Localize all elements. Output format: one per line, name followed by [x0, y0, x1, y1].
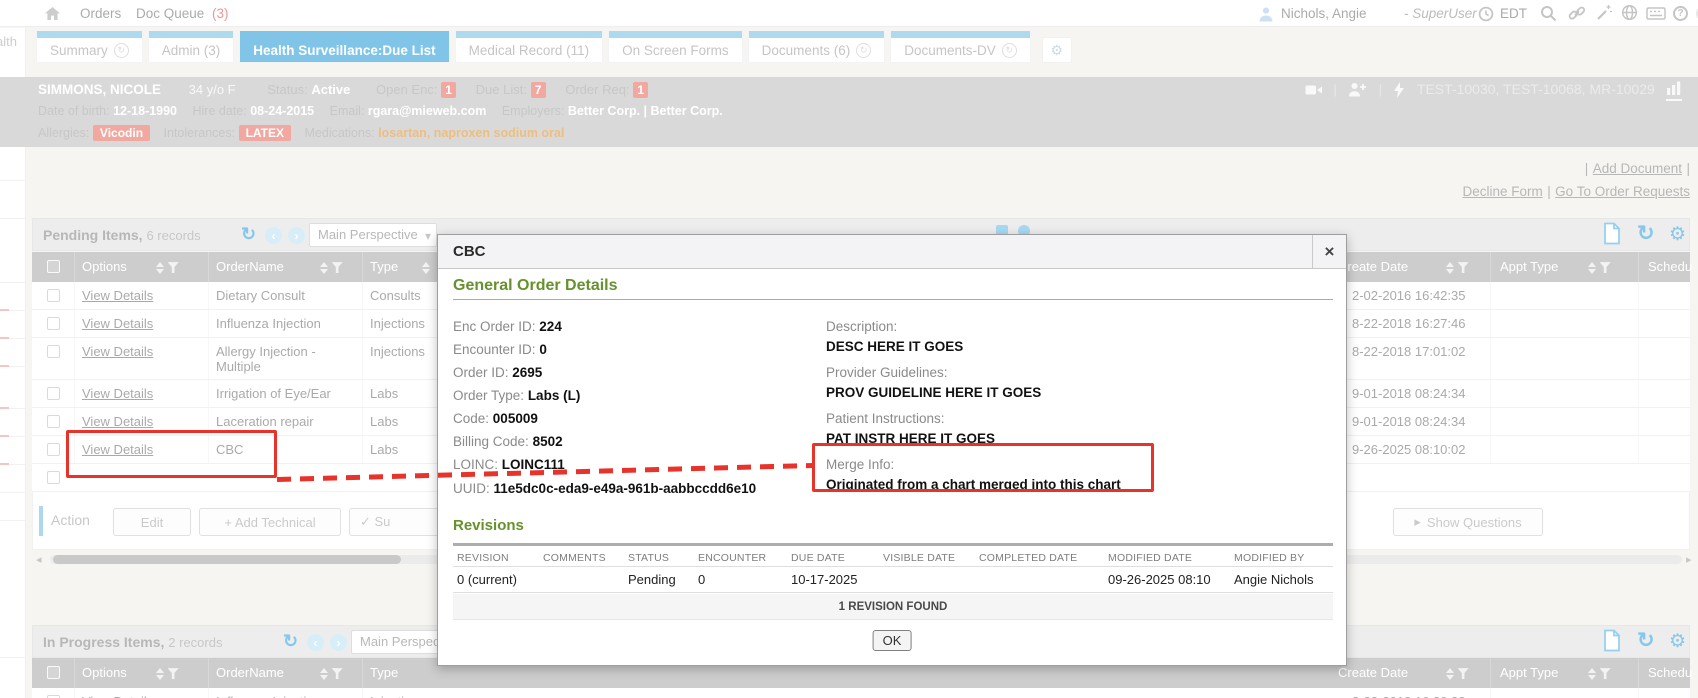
rev-col: COMMENTS: [543, 552, 606, 564]
rev-col: STATUS: [628, 552, 669, 564]
rev-col: MODIFIED DATE: [1108, 552, 1192, 564]
revision-row: 0 (current) Pending 0 10-17-2025 09-26-2…: [453, 567, 1333, 593]
field-label: LOINC:: [453, 457, 498, 472]
revision-count-banner: 1 REVISION FOUND: [453, 594, 1333, 620]
rev-col: REVISION: [457, 552, 509, 564]
field-value: 005009: [493, 411, 538, 426]
patient-instructions-label: Patient Instructions:: [826, 411, 945, 426]
revisions-heading: Revisions: [453, 517, 524, 534]
modal-header: CBC ×: [438, 235, 1346, 269]
section-divider: [453, 299, 1333, 300]
rev-cell: 09-26-2025 08:10: [1108, 572, 1211, 587]
close-icon[interactable]: ×: [1312, 235, 1346, 269]
app-screen: Orders Doc Queue (3) Nichols, Angie - Su…: [0, 0, 1698, 698]
revisions-table-header: REVISION COMMENTS STATUS ENCOUNTER DUE D…: [453, 543, 1333, 567]
annotation-box-merge-info: [812, 443, 1154, 492]
modal-title: CBC: [453, 243, 486, 260]
field-value: 11e5dc0c-eda9-e49a-961b-aabbccdd6e10: [494, 481, 757, 496]
rev-cell: Pending: [628, 572, 676, 587]
rev-cell: 10-17-2025: [791, 572, 858, 587]
provider-guidelines-label: Provider Guidelines:: [826, 365, 948, 380]
rev-col: VISIBLE DATE: [883, 552, 955, 564]
field-label: Billing Code:: [453, 434, 529, 449]
rev-cell: 0: [698, 572, 705, 587]
rev-col: DUE DATE: [791, 552, 845, 564]
field-label: Enc Order ID:: [453, 319, 536, 334]
field-label: Code:: [453, 411, 489, 426]
field-label: Encounter ID:: [453, 342, 536, 357]
field-value: 2695: [512, 365, 542, 380]
field-value: 0: [539, 342, 547, 357]
rev-col: ENCOUNTER: [698, 552, 766, 564]
description-label: Description:: [826, 319, 897, 334]
rev-col: COMPLETED DATE: [979, 552, 1077, 564]
rev-col: MODIFIED BY: [1234, 552, 1304, 564]
field-value: Labs (L): [528, 388, 581, 403]
annotation-box-cbc-row: [66, 430, 277, 478]
rev-cell: 0 (current): [457, 572, 517, 587]
description-value: DESC HERE IT GOES: [826, 339, 963, 354]
provider-guidelines-value: PROV GUIDELINE HERE IT GOES: [826, 385, 1041, 400]
field-label: Order ID:: [453, 365, 509, 380]
field-value: 224: [539, 319, 562, 334]
ok-button[interactable]: OK: [873, 630, 912, 651]
field-label: Order Type:: [453, 388, 524, 403]
general-order-details-heading: General Order Details: [453, 277, 618, 295]
field-label: UUID:: [453, 481, 490, 496]
rev-cell: Angie Nichols: [1234, 572, 1314, 587]
field-value: 8502: [533, 434, 563, 449]
